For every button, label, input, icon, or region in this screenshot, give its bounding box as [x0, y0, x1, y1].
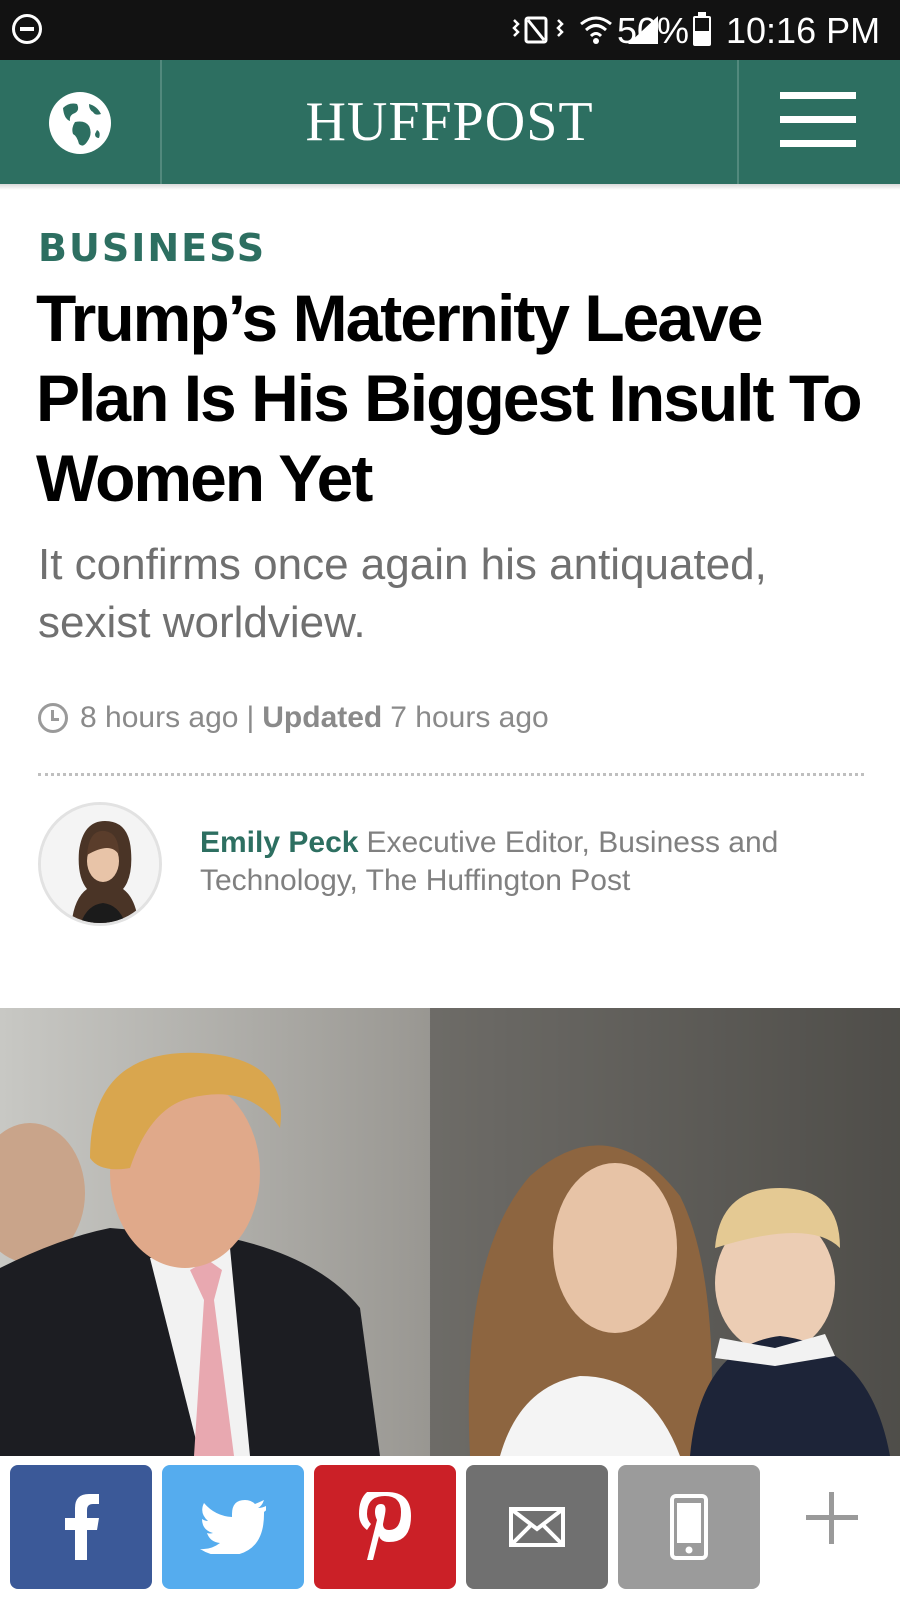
email-share-button[interactable]: [466, 1465, 608, 1589]
battery-icon: [693, 12, 711, 46]
twitter-share-button[interactable]: [162, 1465, 304, 1589]
phone-icon: [670, 1494, 708, 1560]
pinterest-share-button[interactable]: [314, 1465, 456, 1589]
envelope-icon: [509, 1507, 565, 1547]
header-shadow: [0, 184, 900, 190]
header-divider: [737, 60, 739, 184]
plus-icon[interactable]: [800, 1486, 864, 1550]
updated-label: Updated: [262, 701, 383, 734]
meta-separator: |: [246, 701, 255, 734]
wifi-icon: [580, 16, 612, 44]
article-photo[interactable]: [0, 1008, 900, 1456]
do-not-disturb-icon: [12, 14, 42, 44]
divider: [38, 773, 864, 776]
facebook-icon: [65, 1494, 99, 1560]
share-bar: [0, 1456, 900, 1600]
section-label[interactable]: BUSINESS: [38, 226, 266, 270]
author-name[interactable]: Emily Peck: [200, 826, 358, 859]
twitter-icon: [200, 1500, 266, 1554]
sms-share-button[interactable]: [618, 1465, 760, 1589]
published-time: 8 hours ago: [80, 701, 239, 734]
globe-icon[interactable]: [45, 88, 115, 158]
clock-icon: [38, 703, 68, 733]
article-subheadline: It confirms once again his antiquated, s…: [38, 540, 767, 647]
status-bar: 50% 10:16 PM: [0, 0, 900, 60]
site-logo[interactable]: HUFFPOST: [162, 60, 737, 184]
site-header: HUFFPOST: [0, 60, 900, 184]
updated-time: 7 hours ago: [390, 701, 549, 734]
article-headline: Trump’s Maternity Leave Plan Is His Bigg…: [36, 281, 863, 515]
clock-time: 10:16 PM: [726, 10, 881, 51]
battery-percent: 50%: [617, 10, 690, 51]
author-avatar[interactable]: [38, 802, 162, 926]
vibrate-icon: [512, 16, 564, 44]
pinterest-icon: [359, 1492, 411, 1560]
author-byline: Emily Peck Executive Editor, Business and…: [200, 824, 840, 900]
hamburger-menu-icon[interactable]: [780, 92, 856, 152]
facebook-share-button[interactable]: [10, 1465, 152, 1589]
article-timestamp: 8 hours ago | Updated 7 hours ago: [38, 698, 549, 738]
